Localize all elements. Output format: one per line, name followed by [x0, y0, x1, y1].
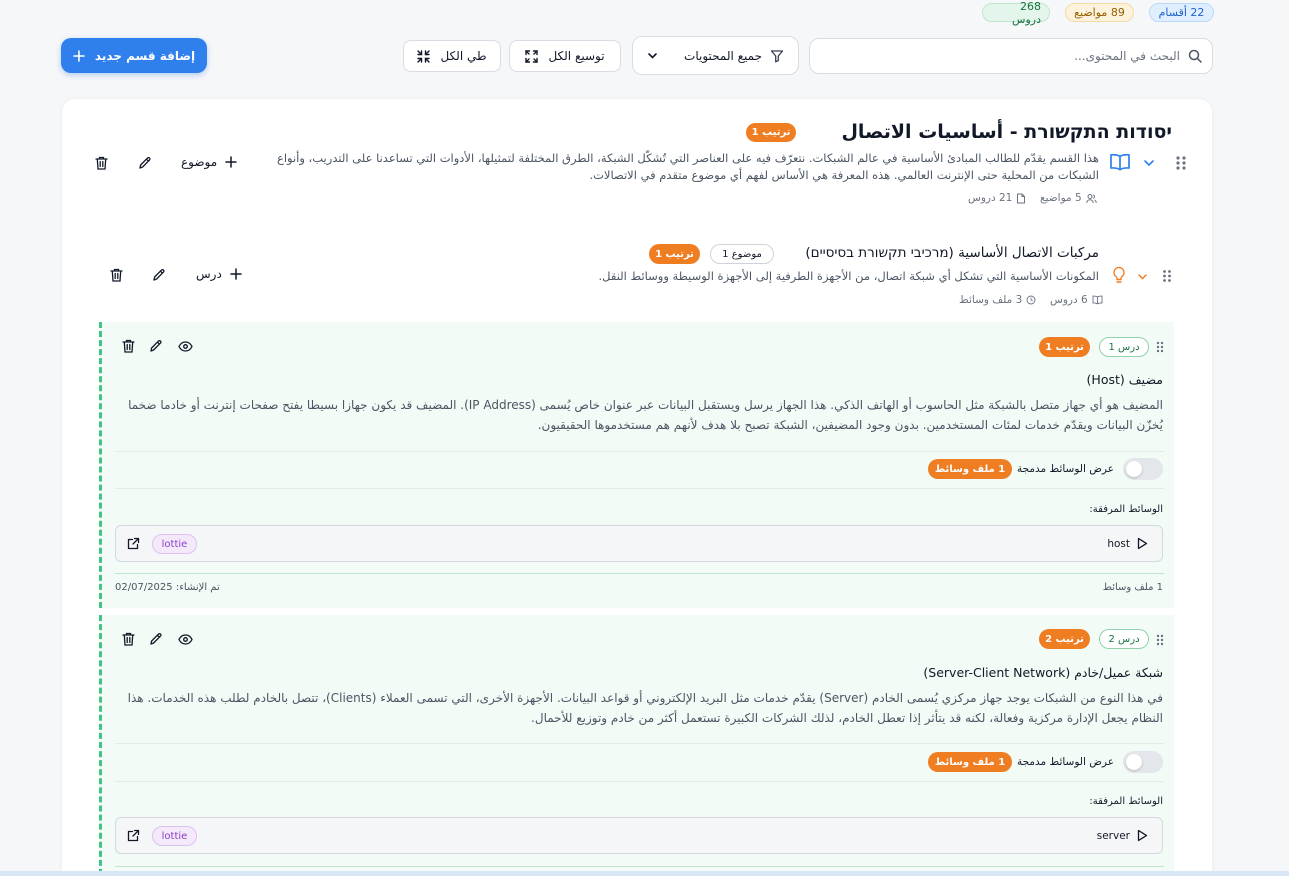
add-section-button[interactable]: إضافة قسم جديد — [61, 38, 207, 73]
edit-section-pencil-icon[interactable] — [134, 152, 156, 174]
filter-icon — [770, 49, 784, 63]
play-icon[interactable] — [1137, 537, 1148, 550]
section-title: יסודות התקשורת - أساسيات الاتصال — [841, 121, 1172, 143]
section-chevron-down-icon[interactable] — [1138, 152, 1160, 174]
topic-media-meta: 3 ملف وسائط — [959, 294, 1036, 306]
divider — [115, 866, 1164, 867]
delete-topic-trash-icon[interactable] — [105, 264, 127, 286]
divider — [115, 451, 1164, 452]
lesson-order-badge: ترتيب 1 — [1039, 337, 1090, 357]
preview-eye-icon[interactable] — [174, 628, 196, 650]
play-icon[interactable] — [1137, 829, 1148, 842]
expand-all-label: توسيع الكل — [548, 49, 605, 63]
edit-lesson-pencil-icon[interactable] — [145, 628, 167, 650]
lesson-card: درس 1 ترتيب 1 مضيف (Host) المضيف هو أي ج… — [99, 322, 1174, 608]
lesson-created-date: تم الإنشاء: 02/07/2025 — [115, 582, 220, 593]
search-input[interactable] — [820, 49, 1180, 63]
edit-topic-pencil-icon[interactable] — [148, 264, 170, 286]
content-filter-select[interactable]: جميع المحتويات — [632, 36, 799, 75]
drag-handle-icon[interactable] — [1170, 152, 1192, 174]
add-lesson-button[interactable]: درس — [196, 267, 242, 281]
expand-icon — [525, 49, 539, 63]
lesson-body: في هذا النوع من الشبكات يوجد جهاز مركزي … — [127, 691, 1163, 725]
lesson-number-badge: درس 1 — [1099, 337, 1149, 357]
media-name: server — [1096, 830, 1130, 842]
section-description: هذا القسم يقدّم للطالب المبادئ الأساسية … — [276, 151, 1099, 182]
add-section-label: إضافة قسم جديد — [94, 48, 196, 63]
media-type-badge: lottie — [152, 826, 197, 846]
sections-count-badge: 22 أقسام — [1149, 3, 1214, 22]
plus-icon — [230, 268, 242, 280]
plus-icon — [225, 156, 237, 168]
topic-order-badge: ترتيب 1 — [649, 244, 700, 264]
section-topics-meta: 5 مواضيع — [1040, 192, 1097, 204]
bottom-scroll-strip — [0, 871, 1289, 876]
divider — [115, 488, 1164, 489]
collapse-icon — [417, 49, 431, 63]
expand-all-button[interactable]: توسيع الكل — [509, 40, 621, 72]
media-count-badge: 1 ملف وسائط — [928, 459, 1012, 479]
lightbulb-icon — [1108, 264, 1130, 286]
embedded-media-toggle-label: عرض الوسائط مدمجة — [1016, 756, 1114, 768]
topic-title: مركبات الاتصال الأساسية (מרכיבי תקשורת ב… — [805, 245, 1099, 261]
lesson-body: المضيف هو أي جهاز متصل بالشبكة مثل الحاس… — [128, 398, 1163, 432]
topic-lessons-meta: 6 دروس — [1050, 294, 1103, 306]
lesson-title: شبكة عميل/خادم (Server-Client Network) — [923, 665, 1163, 680]
section-order-badge: ترتيب 1 — [746, 123, 796, 142]
lesson-card: درس 2 ترتيب 2 شبكة عميل/خادم (Server-Cli… — [99, 615, 1174, 875]
lesson-media-count: 1 ملف وسائط — [1102, 582, 1163, 593]
add-lesson-label: درس — [196, 267, 222, 281]
lesson-drag-handle-icon[interactable] — [1149, 629, 1171, 651]
delete-lesson-trash-icon[interactable] — [117, 628, 139, 650]
attached-media-label: الوسائط المرفقة: — [1089, 504, 1163, 515]
lesson-drag-handle-icon[interactable] — [1149, 336, 1171, 358]
search-box[interactable] — [809, 38, 1213, 74]
external-link-icon[interactable] — [127, 537, 140, 550]
media-type-badge: lottie — [152, 534, 197, 554]
topics-count-text: 5 مواضيع — [1040, 192, 1082, 204]
topic-drag-handle-icon[interactable] — [1156, 265, 1178, 287]
media-name: host — [1107, 538, 1130, 550]
book-icon — [1092, 295, 1103, 305]
filter-label: جميع المحتويات — [684, 48, 762, 63]
topics-count-badge: 89 مواضيع — [1065, 3, 1134, 22]
embedded-media-toggle[interactable] — [1123, 751, 1163, 773]
media-count-badge: 1 ملف وسائط — [928, 752, 1012, 772]
chevron-down-icon — [647, 50, 658, 61]
embedded-media-toggle-label: عرض الوسائط مدمجة — [1016, 463, 1114, 475]
section-lessons-meta: 21 دروس — [968, 192, 1026, 204]
lesson-order-badge: ترتيب 2 — [1039, 629, 1090, 649]
topic-media-count: 3 ملف وسائط — [959, 294, 1023, 306]
add-topic-label: موضوع — [181, 155, 218, 169]
topic-chevron-down-icon[interactable] — [1131, 265, 1153, 287]
embedded-media-toggle[interactable] — [1123, 458, 1163, 480]
collapse-all-button[interactable]: طي الكل — [403, 40, 501, 72]
clock-icon — [1026, 295, 1036, 305]
users-icon — [1085, 193, 1097, 204]
book-open-icon — [1109, 151, 1131, 173]
divider — [115, 743, 1164, 744]
lesson-title: مضيف (Host) — [1086, 372, 1163, 387]
media-item[interactable]: host lottie — [115, 525, 1163, 562]
lessons-count-badge: 268 دروس — [982, 0, 1050, 26]
lesson-number-badge: درس 2 — [1099, 629, 1149, 649]
edit-lesson-pencil-icon[interactable] — [145, 335, 167, 357]
attached-media-label: الوسائط المرفقة: — [1089, 796, 1163, 807]
divider — [115, 573, 1164, 574]
plus-icon — [73, 49, 85, 62]
media-item[interactable]: server lottie — [115, 817, 1163, 854]
topic-type-badge: موضوع 1 — [710, 244, 774, 264]
collapse-all-label: طي الكل — [440, 49, 487, 63]
divider — [115, 781, 1164, 782]
add-topic-button[interactable]: موضوع — [181, 155, 237, 169]
lessons-count-text: 21 دروس — [968, 192, 1013, 204]
external-link-icon[interactable] — [127, 829, 140, 842]
file-icon — [1016, 193, 1026, 204]
topic-lessons-count: 6 دروس — [1050, 294, 1088, 306]
preview-eye-icon[interactable] — [174, 335, 196, 357]
topic-description: المكونات الأساسية التي تشكل أي شبكة اتصا… — [598, 269, 1099, 283]
delete-section-trash-icon[interactable] — [90, 152, 112, 174]
delete-lesson-trash-icon[interactable] — [117, 335, 139, 357]
search-icon — [1188, 49, 1202, 63]
